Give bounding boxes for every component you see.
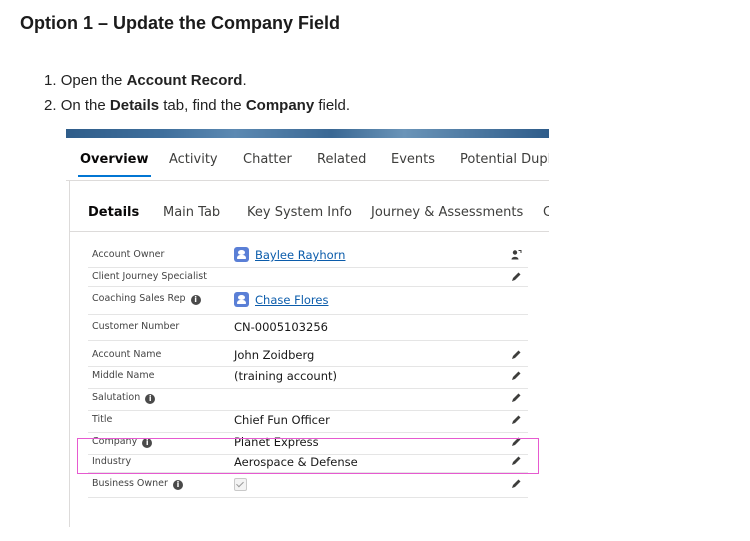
doc-heading: Option 1 – Update the Company Field xyxy=(20,13,341,33)
field-row-title: Title Chief Fun Officer xyxy=(88,411,528,433)
field-row-business-owner: Business Owner i xyxy=(88,473,528,498)
field-label: Industry xyxy=(92,456,132,467)
field-label: Customer Number xyxy=(92,321,180,332)
field-row-customer-number: Customer Number CN-0005103256 xyxy=(88,315,528,341)
field-label-text: Business Owner xyxy=(92,478,168,489)
field-label-text: Coaching Sales Rep xyxy=(92,293,186,304)
field-label: Salutation i xyxy=(92,392,156,404)
record-header-banner xyxy=(66,129,549,138)
detail-tabs: Details Main Tab Key System Info Journey… xyxy=(70,191,549,232)
tab-overflow[interactable]: C xyxy=(543,205,549,220)
field-value xyxy=(234,478,247,492)
step-bold-text: Details xyxy=(109,97,160,114)
coaching-sales-rep-link[interactable]: Chase Flores xyxy=(255,293,328,307)
tab-overview[interactable]: Overview xyxy=(78,152,151,177)
field-label: Title xyxy=(92,414,113,425)
pencil-icon[interactable] xyxy=(510,436,522,448)
pencil-icon[interactable] xyxy=(510,455,522,467)
steps-list: 1. Open the Account Record. 2. On the De… xyxy=(44,71,350,121)
company-value: Planet Express xyxy=(234,435,319,449)
business-owner-checkbox[interactable] xyxy=(234,478,247,491)
field-row-salutation: Salutation i xyxy=(88,389,528,411)
field-label: Client Journey Specialist xyxy=(92,271,207,282)
field-label: Company i xyxy=(92,436,153,448)
field-row-industry: Industry Aerospace & Defense xyxy=(88,455,528,473)
tab-details[interactable]: Details xyxy=(88,205,139,220)
step-number: 2. xyxy=(44,97,57,114)
field-row-account-name: Account Name John Zoidberg xyxy=(88,346,528,367)
info-icon[interactable]: i xyxy=(145,394,156,404)
step-text: On the xyxy=(60,97,110,114)
pencil-icon[interactable] xyxy=(510,370,522,382)
step-text: tab, find the xyxy=(159,97,246,114)
step-text: Open the xyxy=(60,72,127,89)
record-tabs: Overview Activity Chatter Related Events… xyxy=(66,138,549,181)
user-avatar-icon xyxy=(234,247,249,262)
account-record-screenshot: Overview Activity Chatter Related Events… xyxy=(66,129,549,527)
field-row-client-journey-specialist: Client Journey Specialist xyxy=(88,268,528,287)
field-row-coaching-sales-rep: Coaching Sales Rep i Chase Flores xyxy=(88,287,528,315)
field-label-text: Salutation xyxy=(92,392,141,403)
step-1: 1. Open the Account Record. xyxy=(44,71,350,96)
field-value: Baylee Rayhorn xyxy=(234,247,345,262)
field-row-account-owner: Account Owner Baylee Rayhorn xyxy=(88,243,528,268)
tab-chatter[interactable]: Chatter xyxy=(243,152,292,167)
field-label: Business Owner i xyxy=(92,478,183,490)
field-label: Coaching Sales Rep i xyxy=(92,293,201,305)
tab-activity[interactable]: Activity xyxy=(169,152,218,167)
field-row-middle-name: Middle Name (training account) xyxy=(88,367,528,389)
step-bold-text: Company xyxy=(245,97,315,114)
field-row-company: Company i Planet Express xyxy=(88,433,528,455)
step-bold-text: Account Record xyxy=(126,72,243,89)
user-avatar-icon xyxy=(234,292,249,307)
info-icon[interactable]: i xyxy=(142,438,153,448)
pencil-icon[interactable] xyxy=(510,414,522,426)
field-label: Account Owner xyxy=(92,249,165,260)
step-text: field. xyxy=(314,97,351,114)
tab-related[interactable]: Related xyxy=(317,152,366,167)
step-2: 2. On the Details tab, find the Company … xyxy=(44,96,350,121)
field-value: Aerospace & Defense xyxy=(234,455,358,469)
step-text: . xyxy=(242,72,247,89)
field-value: Chase Flores xyxy=(234,292,328,307)
field-label-text: Company xyxy=(92,436,138,447)
step-number: 1. xyxy=(44,72,57,89)
pencil-icon[interactable] xyxy=(510,478,522,490)
field-value: CN-0005103256 xyxy=(234,320,328,334)
field-value: (training account) xyxy=(234,369,337,383)
tab-events[interactable]: Events xyxy=(391,152,435,167)
tab-main[interactable]: Main Tab xyxy=(163,205,220,220)
tab-journey-assessments[interactable]: Journey & Assessments xyxy=(371,205,523,220)
field-label: Middle Name xyxy=(92,370,155,381)
pencil-icon[interactable] xyxy=(510,349,522,361)
change-owner-icon[interactable] xyxy=(510,249,522,261)
field-value: John Zoidberg xyxy=(234,348,315,362)
account-owner-link[interactable]: Baylee Rayhorn xyxy=(255,248,345,262)
pencil-icon[interactable] xyxy=(510,392,522,404)
tab-potential-duplicates[interactable]: Potential Dupli xyxy=(460,152,549,167)
info-icon[interactable]: i xyxy=(172,480,183,490)
pencil-icon[interactable] xyxy=(510,271,522,283)
info-icon[interactable]: i xyxy=(190,295,201,305)
tab-key-system-info[interactable]: Key System Info xyxy=(247,205,352,220)
panel-border xyxy=(69,180,70,527)
field-label: Account Name xyxy=(92,349,162,360)
field-value: Chief Fun Officer xyxy=(234,413,330,427)
